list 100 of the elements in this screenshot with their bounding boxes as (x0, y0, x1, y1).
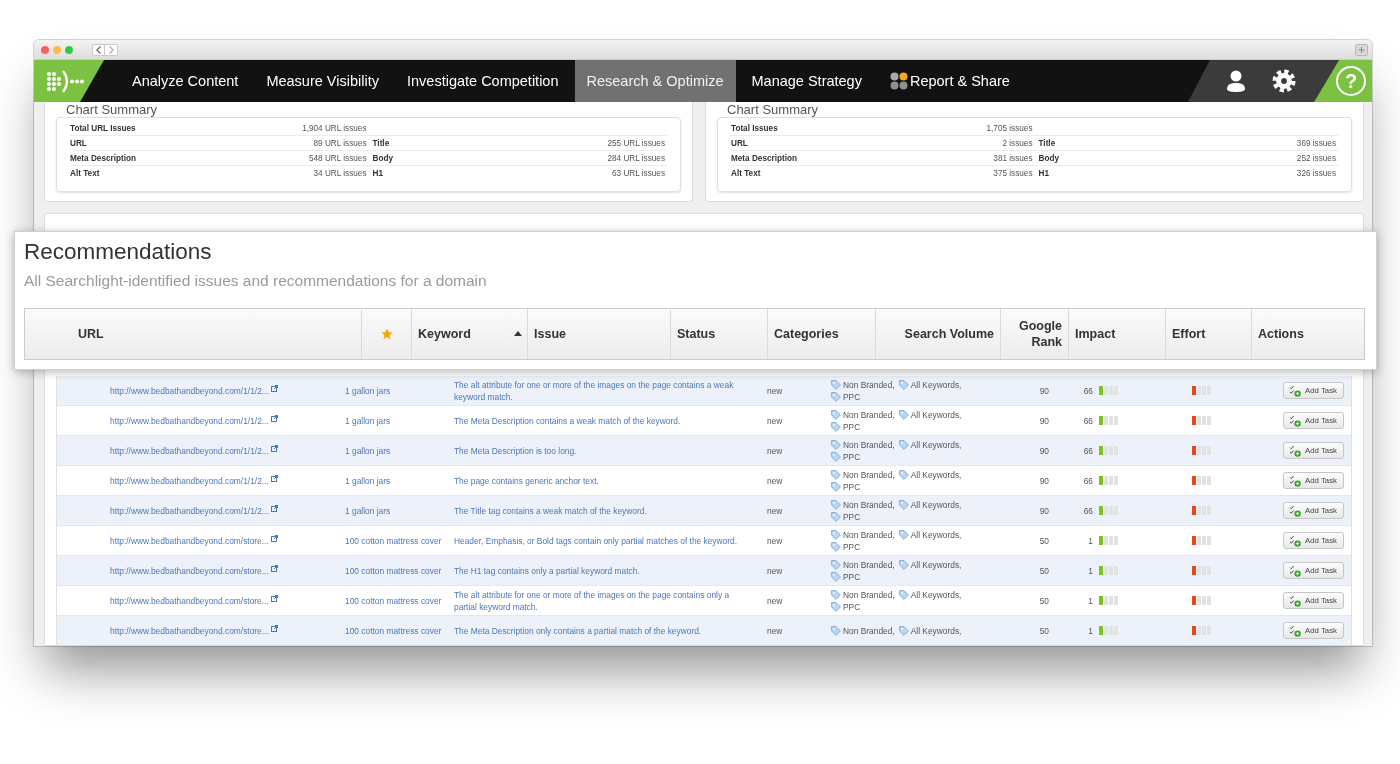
url-link[interactable]: http://www.bedbathandbeyond.com/store... (110, 564, 269, 577)
tag-icon (831, 541, 841, 552)
keyword-link[interactable]: 1 gallon jars (345, 414, 391, 427)
keyword-link[interactable]: 1 gallon jars (345, 474, 391, 487)
external-link-icon[interactable] (270, 474, 278, 482)
category-label: Non Branded, (843, 468, 895, 481)
nav-tab[interactable]: Measure Visibility (252, 60, 393, 102)
rank-value: 90 (1039, 384, 1049, 397)
url-link[interactable]: http://www.bedbathandbeyond.com/1/1/2... (110, 474, 269, 487)
keyword-link[interactable]: 1 gallon jars (345, 384, 391, 397)
issue-link[interactable]: The alt attribute for one or more of the images on the page contains only a partial keyword match. (454, 588, 749, 613)
external-link-icon[interactable] (270, 594, 278, 602)
tag-icon (898, 409, 909, 420)
url-link[interactable]: http://www.bedbathandbeyond.com/store... (110, 534, 269, 547)
summary-label: URL (731, 138, 748, 148)
rank-value: 90 (1039, 474, 1049, 487)
nav-tab[interactable]: Manage Strategy (737, 60, 876, 102)
tag-icon (898, 529, 909, 540)
rank-value: 50 (1039, 564, 1049, 577)
url-link[interactable]: http://www.bedbathandbeyond.com/1/1/2... (110, 444, 269, 457)
issue-link[interactable]: The Title tag contains a weak match of the keyword. (454, 504, 647, 517)
rank-value: 90 (1039, 414, 1049, 427)
issue-link[interactable]: Header, Emphasis, or Bold tags contain only partial matches of the keyword. (454, 534, 738, 547)
category-label: PPC (843, 510, 861, 523)
summary-value: 255 URL issues (607, 138, 666, 148)
four-dots-icon (889, 72, 908, 90)
tag-icon (831, 469, 841, 480)
category-label: Non Branded, (843, 378, 895, 391)
column-header: Actions (1251, 309, 1364, 359)
tag-icon (831, 421, 841, 432)
impact-value: 1 (1088, 594, 1093, 607)
external-link-icon[interactable] (270, 534, 278, 542)
category-label: All Keywords, (910, 408, 962, 421)
nav-tab[interactable]: Research & Optimize (574, 60, 736, 102)
back-button[interactable] (92, 43, 105, 56)
column-header: Google Rank (1000, 309, 1068, 359)
issue-link[interactable]: The alt attribute for one or more of the images on the page contains a weak keyword match. (454, 378, 749, 403)
keyword-link[interactable]: 1 gallon jars (345, 444, 391, 457)
category-label: PPC (843, 480, 861, 493)
summary-value: 252 issues (1296, 153, 1337, 163)
issue-link[interactable]: The H1 tag contains only a partial keyword match. (454, 564, 640, 577)
summary-value: 1,904 URL issues (302, 123, 368, 133)
keyword-link[interactable]: 100 cotton mattress cover (345, 534, 442, 547)
issue-link[interactable]: The page contains generic anchor text. (454, 474, 599, 487)
url-link[interactable]: http://www.bedbathandbeyond.com/1/1/2... (110, 414, 269, 427)
column-header: URL (77, 326, 105, 343)
settings-icon[interactable] (1272, 69, 1296, 93)
logo-icon[interactable] (34, 60, 104, 102)
card-subtitle: All Searchlight-identified issues and recommendations for a domain (24, 271, 488, 291)
tag-icon (898, 625, 909, 636)
category-label: PPC (843, 450, 861, 463)
plus-icon[interactable] (1355, 43, 1368, 56)
external-link-icon[interactable] (270, 444, 278, 452)
panel-title: Chart Summary (65, 102, 159, 117)
summary-value: 381 issues (993, 153, 1034, 163)
summary-label: Meta Description (731, 153, 797, 163)
tag-icon (898, 439, 909, 450)
category-label: All Keywords, (910, 624, 962, 637)
external-link-icon[interactable] (270, 624, 278, 632)
summary-label: Alt Text (70, 169, 100, 178)
category-label: Non Branded, (843, 558, 895, 571)
issue-link[interactable]: The Meta Description contains a weak match of the keyword. (454, 414, 681, 427)
tag-icon (831, 451, 841, 462)
close-window-icon[interactable] (41, 45, 49, 54)
url-link[interactable]: http://www.bedbathandbeyond.com/store... (110, 624, 269, 637)
summary-label: URL (70, 138, 87, 148)
summary-value: 369 issues (1296, 138, 1337, 148)
forward-button[interactable] (105, 43, 118, 56)
external-link-icon[interactable] (270, 564, 278, 572)
tag-icon (831, 439, 841, 450)
keyword-link[interactable]: 1 gallon jars (345, 504, 391, 517)
url-link[interactable]: http://www.bedbathandbeyond.com/store... (110, 594, 269, 607)
external-link-icon[interactable] (270, 504, 278, 512)
rank-value: 50 (1039, 534, 1049, 547)
column-header: Search Volume (875, 309, 1000, 359)
category-label: PPC (843, 600, 861, 613)
issue-link[interactable]: The Meta Description only contains a partial match of the keyword. (454, 624, 702, 637)
rank-value: 90 (1039, 504, 1049, 517)
summary-label: Alt Text (731, 169, 761, 178)
nav-tab[interactable]: Investigate Competition (392, 60, 573, 102)
keyword-link[interactable]: 100 cotton mattress cover (345, 594, 442, 607)
url-link[interactable]: http://www.bedbathandbeyond.com/1/1/2... (110, 504, 269, 517)
nav-tab[interactable]: Report & Share (875, 60, 1024, 102)
category-label: Non Branded, (843, 624, 895, 637)
keyword-link[interactable]: 100 cotton mattress cover (345, 564, 442, 577)
category-label: All Keywords, (910, 438, 962, 451)
external-link-icon[interactable] (270, 414, 278, 422)
status-text: new (767, 624, 783, 637)
user-icon[interactable] (1226, 70, 1246, 92)
tag-icon (898, 379, 909, 390)
issue-link[interactable]: The Meta Description is too long. (454, 444, 577, 457)
tag-icon (898, 559, 909, 570)
impact-value: 1 (1088, 534, 1093, 547)
tag-icon (898, 589, 909, 600)
nav-tab[interactable]: Analyze Content (118, 60, 253, 102)
summary-value: 1,705 issues (986, 123, 1034, 133)
keyword-link[interactable]: 100 cotton mattress cover (345, 624, 442, 637)
external-link-icon[interactable] (270, 384, 278, 392)
url-link[interactable]: http://www.bedbathandbeyond.com/1/1/2... (110, 384, 269, 397)
sort-ascending-icon[interactable] (514, 330, 522, 336)
